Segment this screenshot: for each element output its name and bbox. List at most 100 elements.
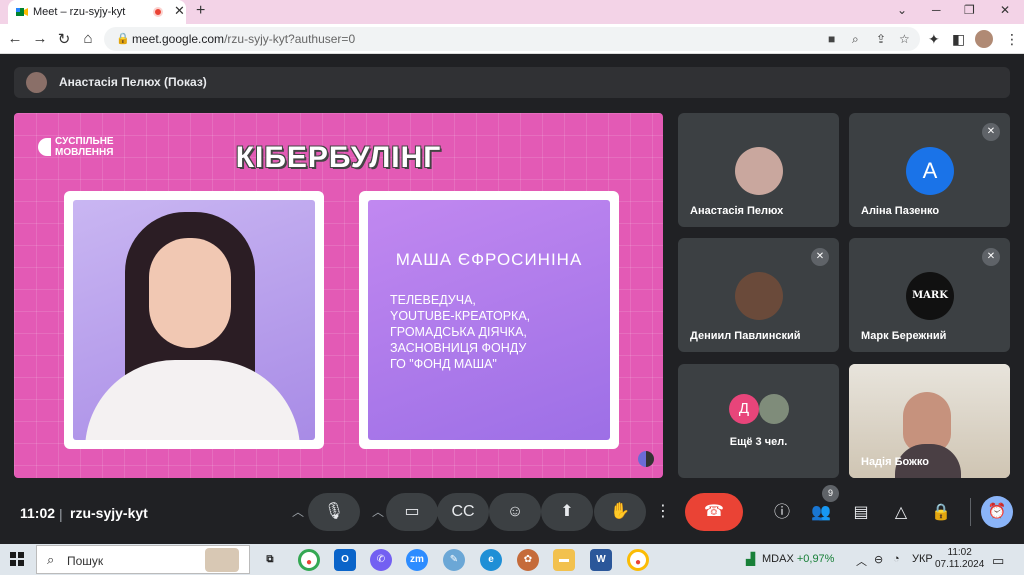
share-icon[interactable]: ⇪ — [876, 32, 886, 46]
participant-name: Дениил Павлинский — [690, 330, 801, 342]
task-view-icon[interactable]: ⧉ — [259, 549, 281, 571]
restore-button[interactable]: ❐ — [964, 3, 975, 17]
minimize-button[interactable]: ─ — [932, 3, 941, 17]
camera-button[interactable]: ▭ — [386, 493, 438, 531]
participant-name: Ещё 3 чел. — [729, 436, 788, 448]
participant-name: Надія Божко — [861, 456, 929, 468]
captions-button[interactable]: CC — [437, 493, 489, 531]
notifications-icon[interactable]: ▭ — [992, 553, 1004, 569]
participant-name: Марк Бережний — [861, 330, 947, 342]
presenter-avatar — [26, 72, 47, 93]
presentation-bar: Анастасія Пелюх (Показ) — [14, 67, 1010, 98]
extensions-icon[interactable]: ✦ — [928, 31, 940, 48]
people-icon[interactable]: 👥 — [810, 502, 832, 524]
avatar: A — [906, 147, 954, 195]
slide-corner-icon — [638, 451, 654, 467]
tray-chevron-icon[interactable]: ︿ — [856, 553, 867, 569]
more-options-icon[interactable]: ⋮ — [650, 493, 676, 531]
info-icon[interactable]: ⓘ — [771, 502, 793, 524]
participant-tile[interactable]: ✕ MARK Марк Бережний — [849, 238, 1010, 352]
activities-icon[interactable]: △ — [890, 502, 912, 524]
meeting-time: 11:02 — [20, 505, 56, 521]
lock-icon[interactable]: 🔒 — [116, 32, 130, 45]
speaker-photo — [64, 191, 324, 449]
chat-icon[interactable]: ▤ — [850, 502, 872, 524]
address-toolbar: ← → ↻ ⌂ 🔒 meet.google.com/rzu-syjy-kyt?a… — [0, 24, 1024, 54]
others-tile[interactable]: Д Ещё 3 чел. — [678, 364, 839, 478]
forward-icon[interactable]: → — [31, 30, 49, 47]
mic-off-icon: ✕ — [811, 248, 829, 266]
avatar — [759, 394, 789, 424]
stock-ticker[interactable]: MDAX +0,97% — [762, 553, 834, 565]
windows-start-icon[interactable] — [10, 552, 24, 566]
back-icon[interactable]: ← — [6, 30, 24, 47]
taskbar-clock[interactable]: 11:02 07.11.2024 — [935, 547, 984, 571]
reload-icon[interactable]: ↻ — [55, 30, 73, 48]
tab-search-chevron-icon[interactable]: ⌄ — [897, 3, 907, 17]
mic-off-icon: ✕ — [982, 123, 1000, 141]
profile-avatar[interactable] — [975, 30, 993, 48]
outlook-icon[interactable]: O — [334, 549, 356, 571]
participant-video-tile[interactable]: Надія Божко — [849, 364, 1010, 478]
participant-tile[interactable]: ✕ A Аліна Пазенко — [849, 113, 1010, 227]
slide-title: КІБЕРБУЛІНГ — [235, 141, 442, 174]
participant-name: Аліна Пазенко — [861, 205, 940, 217]
chrome-icon[interactable]: ● — [298, 549, 320, 571]
home-icon[interactable]: ⌂ — [79, 30, 97, 47]
browser-tab[interactable]: Meet – rzu-syjy-kyt ✕ — [8, 0, 186, 24]
meet-icon — [16, 8, 28, 16]
battery-icon[interactable]: ⊖ — [874, 553, 883, 566]
stock-chart-icon: ▟ — [746, 552, 756, 566]
search-icon: ⌕ — [47, 552, 55, 567]
paint-icon[interactable]: ✿ — [517, 549, 539, 571]
chrome-icon[interactable]: ● — [627, 549, 649, 571]
end-call-button[interactable]: ☎ — [685, 493, 743, 531]
url-text: meet.google.com/rzu-syjy-kyt?authuser=0 — [132, 32, 356, 46]
app-icon[interactable]: ✎ — [443, 549, 465, 571]
network-icon[interactable]: ◔ — [893, 553, 900, 565]
viber-icon[interactable]: ✆ — [370, 549, 392, 571]
word-icon[interactable]: W — [590, 549, 612, 571]
participants-count-badge: 9 — [822, 485, 839, 502]
meeting-code: rzu-syjy-kyt — [70, 505, 148, 521]
speaker-name: МАША ЄФРОСИНІНА — [395, 250, 583, 269]
mic-off-icon: ✕ — [982, 248, 1000, 266]
language-indicator[interactable]: УКР — [912, 553, 933, 565]
speaker-info-card: МАША ЄФРОСИНІНА ТЕЛЕВЕДУЧА, YOUTUBE-КРЕА… — [359, 191, 619, 449]
raise-hand-button[interactable]: ✋ — [594, 493, 646, 531]
side-panel-icon[interactable]: ◧ — [952, 31, 965, 48]
reactions-button[interactable]: ☺ — [489, 493, 541, 531]
close-window-button[interactable]: ✕ — [1000, 3, 1010, 17]
avatar: Д — [729, 394, 759, 424]
avatar — [735, 147, 783, 195]
separator: | — [59, 506, 63, 522]
new-tab-icon[interactable]: + — [196, 2, 205, 20]
participant-name: Анастасія Пелюх — [690, 205, 784, 217]
participant-tile[interactable]: ✕ Дениил Павлинский — [678, 238, 839, 352]
tab-close-icon[interactable]: ✕ — [174, 3, 185, 19]
zoom-icon[interactable]: zm — [406, 549, 428, 571]
recording-icon — [153, 7, 163, 17]
avatar: MARK — [906, 272, 954, 320]
omnibox[interactable]: 🔒 meet.google.com/rzu-syjy-kyt?authuser=… — [104, 27, 920, 51]
presenter-label: Анастасія Пелюх (Показ) — [59, 75, 207, 89]
bookmark-star-icon[interactable]: ☆ — [899, 32, 910, 46]
host-controls-icon[interactable]: 🔒 — [930, 502, 952, 524]
tab-title: Meet – rzu-syjy-kyt — [33, 6, 126, 18]
file-explorer-icon[interactable]: ▬ — [553, 549, 575, 571]
search-highlight-image — [205, 548, 239, 572]
edge-icon[interactable]: e — [480, 549, 502, 571]
speaker-description: ТЕЛЕВЕДУЧА, YOUTUBE-КРЕАТОРКА, ГРОМАДСЬК… — [390, 293, 531, 371]
present-button[interactable]: ⬆ — [541, 493, 593, 531]
search-placeholder: Пошук — [67, 554, 104, 568]
menu-icon[interactable]: ⋮ — [1005, 31, 1019, 48]
participant-tile[interactable]: Анастасія Пелюх — [678, 113, 839, 227]
zoom-icon[interactable]: ⌕ — [852, 32, 859, 47]
timer-icon[interactable]: ⏰ — [981, 496, 1013, 528]
avatar — [735, 272, 783, 320]
taskbar-search[interactable]: ⌕ Пошук — [36, 545, 250, 574]
shared-screen: СУСПІЛЬНЕ МОВЛЕННЯ КІБЕРБУЛІНГ МАША ЄФРОС… — [14, 113, 663, 478]
microphone-button[interactable]: 🎙 — [308, 493, 360, 531]
camera-icon[interactable]: ■ — [828, 32, 835, 46]
divider — [970, 498, 971, 526]
